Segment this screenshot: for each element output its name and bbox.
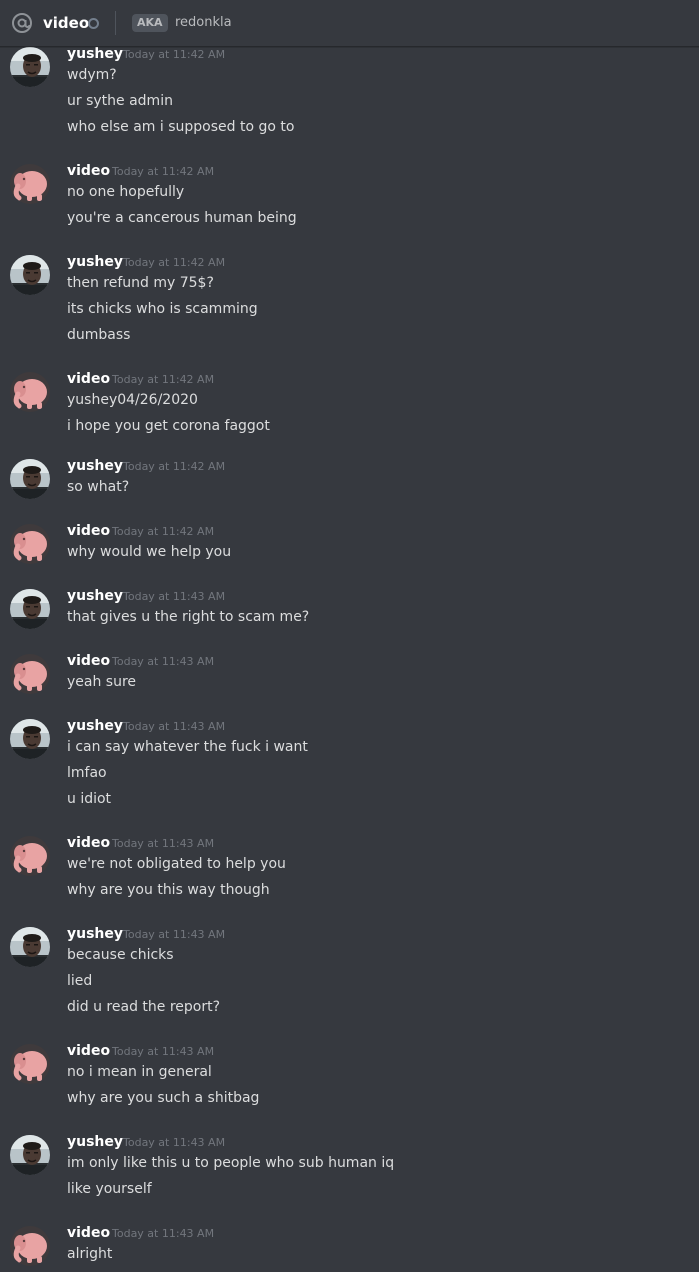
message-text: dumbass xyxy=(67,327,131,343)
message-author[interactable]: yushey xyxy=(67,253,123,271)
message-author[interactable]: yushey xyxy=(67,45,123,63)
at-sign-icon xyxy=(12,13,32,33)
message-author[interactable]: yushey xyxy=(67,457,123,475)
offline-status-icon xyxy=(88,18,99,29)
photo-avatar[interactable] xyxy=(10,927,50,967)
elephant-avatar[interactable] xyxy=(10,1044,50,1084)
message-text: like yourself xyxy=(67,1181,152,1197)
message-text: because chicks xyxy=(67,947,174,963)
message-text: that gives u the right to scam me? xyxy=(67,609,310,625)
message-author[interactable]: video xyxy=(67,162,110,180)
message-text: wdym? xyxy=(67,67,117,83)
message-author[interactable]: video xyxy=(67,370,110,388)
message-author[interactable]: yushey xyxy=(67,1133,123,1151)
elephant-avatar[interactable] xyxy=(10,654,50,694)
message-text: why are you this way though xyxy=(67,882,270,898)
photo-avatar[interactable] xyxy=(10,255,50,295)
message-author[interactable]: video xyxy=(67,522,110,540)
message-timestamp[interactable]: Today at 11:43 AM xyxy=(123,926,225,944)
photo-avatar[interactable] xyxy=(10,719,50,759)
message-list: yushey Today at 11:42 AM wdym? ur sythe adm… xyxy=(0,0,699,1272)
elephant-avatar[interactable] xyxy=(10,836,50,876)
elephant-avatar[interactable] xyxy=(10,1226,50,1266)
message-timestamp[interactable]: Today at 11:43 AM xyxy=(112,1225,214,1243)
aka-badge: AKA xyxy=(132,14,168,32)
message-text: lmfao xyxy=(67,765,107,781)
message-text: i can say whatever the fuck i want xyxy=(67,739,308,755)
message-text: its chicks who is scamming xyxy=(67,301,258,317)
message-timestamp[interactable]: Today at 11:43 AM xyxy=(123,718,225,736)
message-text: no one hopefully xyxy=(67,184,185,200)
aka-name[interactable]: redonkla xyxy=(175,14,232,32)
header-divider xyxy=(115,11,116,35)
message-text: lied xyxy=(67,973,93,989)
message-timestamp[interactable]: Today at 11:42 AM xyxy=(112,371,214,389)
message-text: we're not obligated to help you xyxy=(67,856,286,872)
message-text: i hope you get corona faggot xyxy=(67,418,270,434)
message-text: ur sythe admin xyxy=(67,93,173,109)
message-timestamp[interactable]: Today at 11:43 AM xyxy=(123,588,225,606)
message-text: who else am i supposed to go to xyxy=(67,119,295,135)
message-text: did u read the report? xyxy=(67,999,221,1015)
message-text: so what? xyxy=(67,479,130,495)
message-text: yushey04/26/2020 xyxy=(67,392,198,408)
photo-avatar[interactable] xyxy=(10,47,50,87)
message-timestamp[interactable]: Today at 11:43 AM xyxy=(112,1043,214,1061)
message-author[interactable]: yushey xyxy=(67,587,123,605)
message-author[interactable]: yushey xyxy=(67,925,123,943)
message-timestamp[interactable]: Today at 11:43 AM xyxy=(112,653,214,671)
message-author[interactable]: video xyxy=(67,834,110,852)
message-author[interactable]: video xyxy=(67,652,110,670)
photo-avatar[interactable] xyxy=(10,459,50,499)
message-text: why are you such a shitbag xyxy=(67,1090,260,1106)
channel-header: video AKA redonkla xyxy=(0,0,699,47)
message-timestamp[interactable]: Today at 11:42 AM xyxy=(123,46,225,64)
photo-avatar[interactable] xyxy=(10,589,50,629)
message-timestamp[interactable]: Today at 11:42 AM xyxy=(112,523,214,541)
message-text: u idiot xyxy=(67,791,112,807)
message-text: why would we help you xyxy=(67,544,232,560)
message-text: yeah sure xyxy=(67,674,137,690)
message-timestamp[interactable]: Today at 11:42 AM xyxy=(123,458,225,476)
message-timestamp[interactable]: Today at 11:42 AM xyxy=(123,254,225,272)
message-text: im only like this u to people who sub hu… xyxy=(67,1155,395,1171)
message-text: you're a cancerous human being xyxy=(67,210,297,226)
message-text: alright xyxy=(67,1246,113,1262)
photo-avatar[interactable] xyxy=(10,1135,50,1175)
message-text: no i mean in general xyxy=(67,1064,212,1080)
dm-recipient-name[interactable]: video xyxy=(43,13,89,33)
message-timestamp[interactable]: Today at 11:43 AM xyxy=(112,835,214,853)
elephant-avatar[interactable] xyxy=(10,372,50,412)
message-timestamp[interactable]: Today at 11:43 AM xyxy=(123,1134,225,1152)
elephant-avatar[interactable] xyxy=(10,164,50,204)
message-author[interactable]: yushey xyxy=(67,717,123,735)
message-author[interactable]: video xyxy=(67,1042,110,1060)
elephant-avatar[interactable] xyxy=(10,524,50,564)
message-timestamp[interactable]: Today at 11:42 AM xyxy=(112,163,214,181)
message-author[interactable]: video xyxy=(67,1224,110,1242)
message-text: then refund my 75$? xyxy=(67,275,214,291)
